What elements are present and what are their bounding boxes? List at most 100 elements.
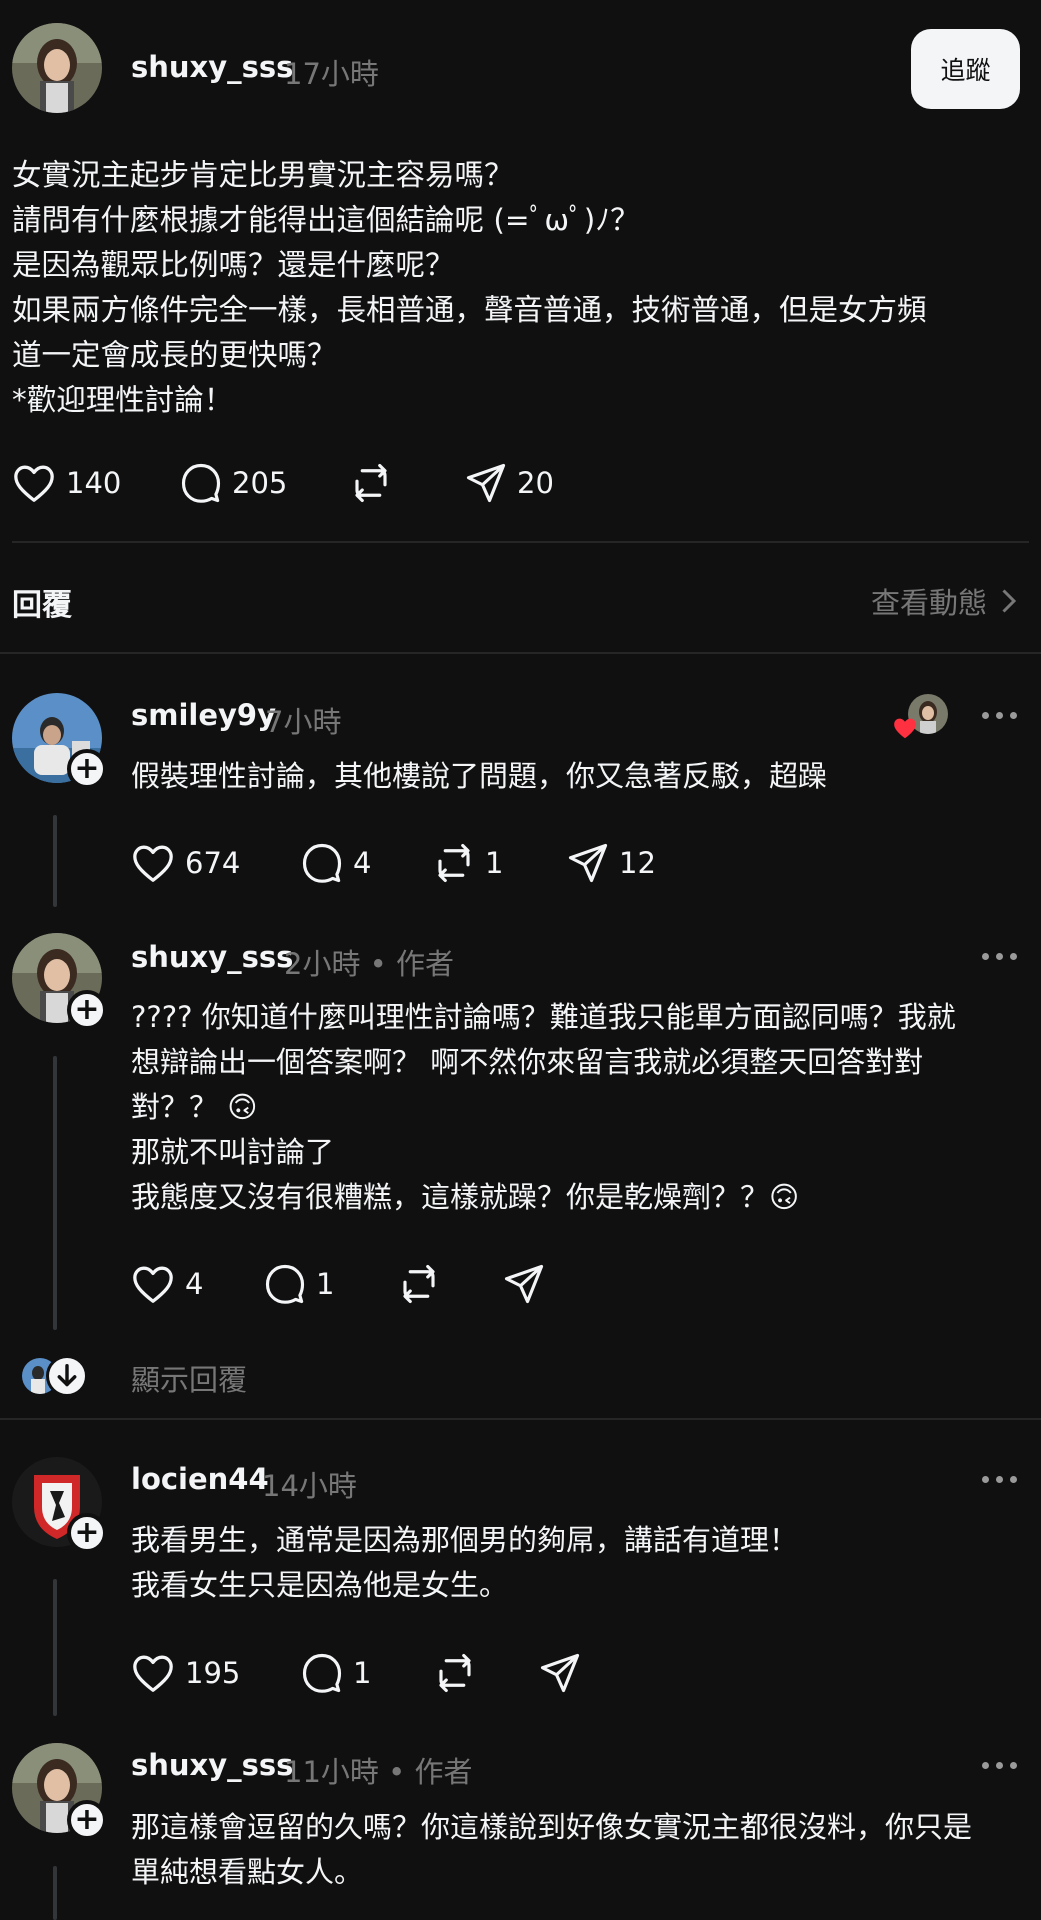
- reply-actions: 4 1: [131, 1259, 731, 1309]
- repost-button[interactable]: [434, 1648, 476, 1698]
- chevron-right-icon: [1002, 589, 1017, 613]
- liked-by-author-badge: [894, 694, 948, 739]
- reply-text: 我看男生，通常是因為那個男的夠屌，講話有道理！ 我看女生只是因為他是女生。: [131, 1518, 1031, 1608]
- comment-count: 4: [353, 846, 372, 880]
- reply-username[interactable]: locien44: [131, 1462, 269, 1496]
- reply-username[interactable]: shuxy_sss: [131, 1748, 293, 1782]
- more-options-button[interactable]: [982, 1476, 1017, 1483]
- more-options-button[interactable]: [982, 712, 1017, 719]
- comment-button[interactable]: 205: [180, 458, 287, 508]
- repost-icon: [403, 1264, 435, 1304]
- repost-icon: [355, 463, 387, 503]
- comment-icon: [302, 843, 342, 883]
- repost-button[interactable]: [398, 1259, 440, 1309]
- plus-icon: +: [74, 1515, 100, 1550]
- send-icon: [568, 843, 608, 883]
- send-icon: [540, 1653, 580, 1693]
- view-activity-link[interactable]: 查看動態: [871, 580, 1021, 622]
- reply-line: 想辯論出一個答案啊？ 啊不然你來留言我就必須整天回答對對: [131, 1045, 924, 1079]
- dot: [996, 712, 1003, 719]
- reply-text: 那這樣會逗留的久嗎？你這樣說到好像女實況主都很沒料，你只是 單純想看點女人。: [131, 1805, 1031, 1895]
- show-replies-label[interactable]: 顯示回覆: [131, 1357, 247, 1399]
- follow-plus-button[interactable]: +: [67, 749, 107, 789]
- repost-icon: [438, 843, 470, 883]
- post-username[interactable]: shuxy_sss: [131, 50, 293, 84]
- show-replies-row[interactable]: [22, 1352, 88, 1400]
- reply-time: 2小時 • 作者: [284, 947, 454, 981]
- like-button[interactable]: 674: [131, 838, 240, 888]
- reply-username[interactable]: shuxy_sss: [131, 940, 293, 974]
- post-time: 17小時: [284, 57, 379, 91]
- dot: [1010, 712, 1017, 719]
- repost-icon: [439, 1653, 471, 1693]
- chevron-down-icon: [46, 1355, 88, 1397]
- share-button[interactable]: 20: [465, 458, 554, 508]
- replies-title: 回覆: [12, 588, 72, 623]
- dot: [982, 1762, 989, 1769]
- thread-line: [53, 1579, 57, 1716]
- like-button[interactable]: 4: [131, 1259, 203, 1309]
- reply-line: 我看男生，通常是因為那個男的夠屌，講話有道理！: [131, 1523, 799, 1557]
- repost-button[interactable]: 1: [433, 838, 503, 888]
- comment-icon: [302, 1653, 342, 1693]
- share-button[interactable]: [503, 1259, 545, 1309]
- reply-text: ???? 你知道什麼叫理性討論嗎？難道我只能單方面認同嗎？我就 想辯論出一個答案…: [131, 995, 1031, 1220]
- like-count: 4: [185, 1267, 204, 1301]
- thread-line: [53, 815, 57, 907]
- post-line: 女實況主起步肯定比男實況主容易嗎？: [12, 158, 514, 192]
- share-count: 12: [619, 846, 656, 880]
- reply-line: 我態度又沒有很糟糕，這樣就躁？你是乾燥劑？？🙃: [131, 1180, 800, 1214]
- post-line: 如果兩方條件完全一樣，長相普通，聲音普通，技術普通，但是女方頻: [12, 293, 927, 327]
- dot: [982, 1476, 989, 1483]
- like-count: 140: [66, 466, 122, 500]
- divider: [12, 541, 1029, 543]
- comment-count: 1: [316, 1267, 335, 1301]
- comment-icon: [181, 463, 221, 503]
- more-options-button[interactable]: [982, 1762, 1017, 1769]
- post-line: 是因為觀眾比例嗎？還是什麼呢？: [12, 248, 455, 282]
- reply-line: 我看女生只是因為他是女生。: [131, 1568, 509, 1602]
- reply-line: ???? 你知道什麼叫理性討論嗎？難道我只能單方面認同嗎？我就: [131, 1000, 956, 1034]
- send-icon: [466, 463, 506, 503]
- share-button[interactable]: [539, 1648, 581, 1698]
- post-author-avatar[interactable]: [12, 23, 102, 113]
- comment-button[interactable]: 1: [264, 1259, 334, 1309]
- share-button[interactable]: 12: [567, 838, 656, 888]
- heart-filled-icon: [894, 718, 916, 739]
- follow-button-label: 追蹤: [940, 56, 991, 85]
- reply-time: 14小時: [262, 1469, 357, 1503]
- dot: [996, 953, 1003, 960]
- thread-line: [53, 1056, 57, 1330]
- heart-icon: [133, 1266, 173, 1303]
- reply-username[interactable]: smiley9y: [131, 698, 276, 732]
- reply-line: 那這樣會逗留的久嗎？你這樣說到好像女實況主都很沒料，你只是: [131, 1810, 973, 1844]
- repost-count: 1: [485, 846, 504, 880]
- reply-time: 11小時 • 作者: [284, 1755, 473, 1789]
- like-button[interactable]: 195: [131, 1648, 240, 1698]
- divider: [0, 1418, 1041, 1420]
- like-button[interactable]: 140: [12, 458, 121, 508]
- post-line: *歡迎理性討論！: [12, 383, 234, 417]
- plus-icon: +: [74, 992, 100, 1027]
- divider: [0, 652, 1041, 654]
- post-body: 女實況主起步肯定比男實況主容易嗎？ 請問有什麼根據才能得出這個結論呢 (=ﾟωﾟ…: [12, 153, 1022, 423]
- follow-plus-button[interactable]: +: [67, 1513, 107, 1553]
- reply-line: 對？？ 🙃: [131, 1090, 258, 1124]
- repost-button[interactable]: [350, 458, 392, 508]
- follow-button[interactable]: 追蹤: [911, 29, 1020, 109]
- plus-icon: +: [74, 1802, 100, 1837]
- reply-line: 那就不叫討論了: [131, 1135, 335, 1169]
- heart-icon: [133, 1655, 173, 1692]
- comment-button[interactable]: 1: [301, 1648, 371, 1698]
- dot: [996, 1476, 1003, 1483]
- post-actions: 140 205 20: [12, 458, 612, 508]
- reply-line: 單純想看點女人。: [131, 1855, 364, 1889]
- follow-plus-button[interactable]: +: [67, 990, 107, 1030]
- follow-plus-button[interactable]: +: [67, 1800, 107, 1840]
- heart-icon: [133, 845, 173, 882]
- dot: [1010, 953, 1017, 960]
- more-options-button[interactable]: [982, 953, 1017, 960]
- dot: [1010, 1762, 1017, 1769]
- reply-time: 7小時: [265, 705, 342, 739]
- comment-button[interactable]: 4: [301, 838, 371, 888]
